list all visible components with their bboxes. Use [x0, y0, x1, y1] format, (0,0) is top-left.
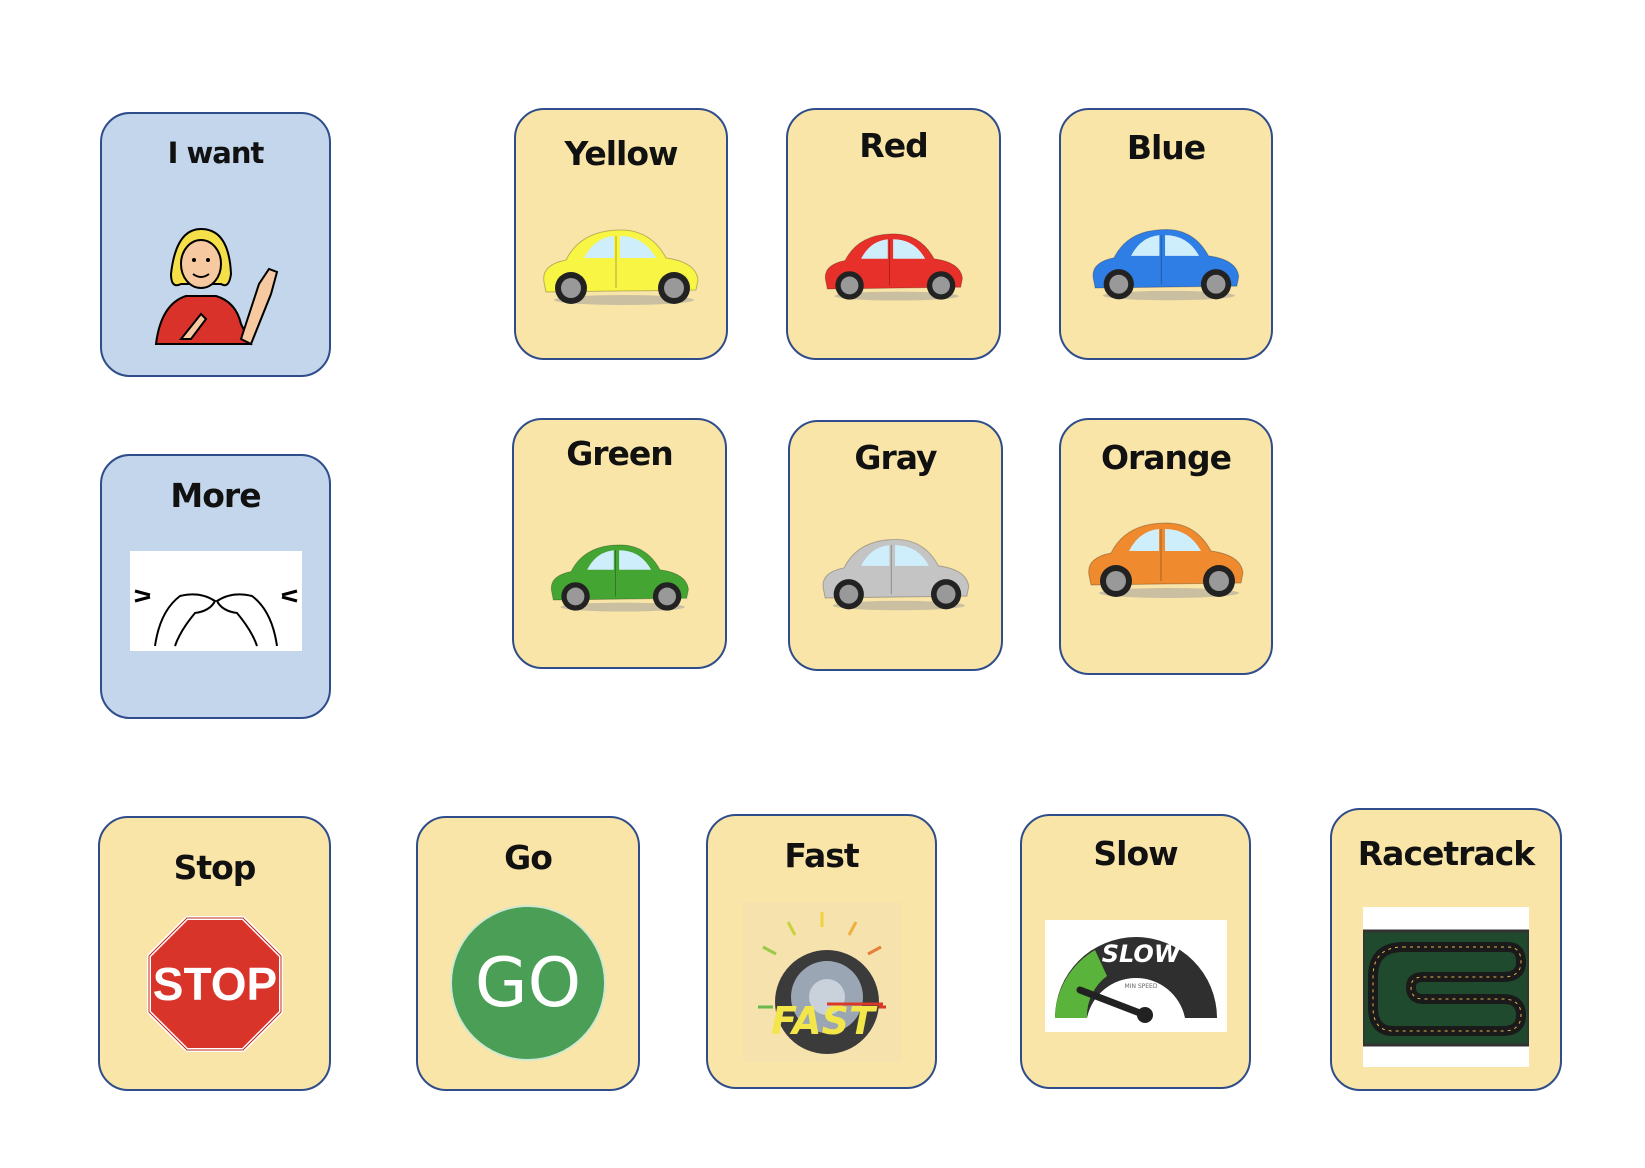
sign-more-hands-icon [129, 551, 302, 651]
person-pointing-self-icon [154, 227, 278, 346]
min-speed-text: MIN SPEED [1124, 983, 1157, 990]
stop-sign-icon: STOP [146, 916, 283, 1052]
car-icon [543, 229, 699, 305]
card-gray[interactable]: Gray [788, 420, 1003, 671]
card-label: Blue [1126, 128, 1206, 167]
card-label: Orange [1100, 438, 1232, 477]
card-racetrack[interactable]: Racetrack [1330, 808, 1562, 1091]
card-label: Yellow [564, 134, 678, 173]
card-label: Fast [784, 836, 859, 875]
card-label: More [170, 476, 261, 515]
card-more[interactable]: More [100, 454, 331, 719]
card-orange[interactable]: Orange [1059, 418, 1273, 675]
card-label: I want [167, 136, 265, 170]
card-label: Go [504, 838, 553, 877]
go-text: GO [475, 944, 581, 1023]
fast-text: FAST [771, 999, 878, 1043]
racetrack-icon [1363, 907, 1529, 1067]
stop-sign-text: STOP [152, 958, 276, 1010]
card-label: Gray [854, 438, 937, 477]
card-label: Racetrack [1357, 834, 1535, 873]
communication-board: I want More Yellow Red Blue Green Gray O… [0, 0, 1645, 1168]
card-label: Slow [1093, 834, 1178, 873]
card-red[interactable]: Red [786, 108, 1001, 360]
card-go[interactable]: Go GO [416, 816, 640, 1091]
card-blue[interactable]: Blue [1059, 108, 1273, 360]
car-icon [1092, 228, 1240, 301]
slow-text: SLOW [1101, 940, 1181, 968]
card-label: Stop [173, 848, 257, 887]
car-icon [550, 544, 689, 612]
car-icon [822, 538, 969, 611]
card-label: Green [566, 434, 674, 473]
go-circle-icon: GO [450, 905, 606, 1061]
car-icon [1088, 522, 1244, 598]
fast-speedometer-icon: FAST [742, 902, 901, 1062]
card-slow[interactable]: Slow SLOW MIN SPEED [1020, 814, 1251, 1089]
card-yellow[interactable]: Yellow [514, 108, 728, 360]
car-icon [824, 233, 963, 301]
card-label: Red [859, 126, 928, 165]
card-stop[interactable]: Stop STOP [98, 816, 331, 1091]
slow-gauge-icon: SLOW MIN SPEED [1044, 920, 1227, 1032]
card-green[interactable]: Green [512, 418, 727, 669]
card-i-want[interactable]: I want [100, 112, 331, 377]
card-fast[interactable]: Fast FAST [706, 814, 937, 1089]
